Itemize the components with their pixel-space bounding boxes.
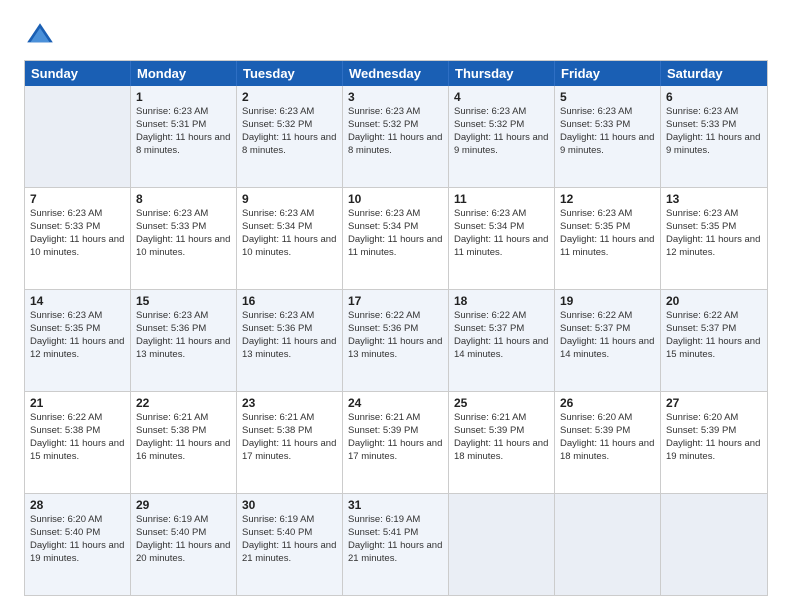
calendar-cell-1-6: 5Sunrise: 6:23 AMSunset: 5:33 PMDaylight… xyxy=(555,86,661,187)
day-number: 13 xyxy=(666,191,762,207)
calendar-cell-4-6: 26Sunrise: 6:20 AMSunset: 5:39 PMDayligh… xyxy=(555,392,661,493)
day-number: 12 xyxy=(560,191,655,207)
day-number: 4 xyxy=(454,89,549,105)
day-number: 24 xyxy=(348,395,443,411)
header xyxy=(24,20,768,52)
day-number: 21 xyxy=(30,395,125,411)
page: SundayMondayTuesdayWednesdayThursdayFrid… xyxy=(0,0,792,612)
day-number: 17 xyxy=(348,293,443,309)
day-number: 16 xyxy=(242,293,337,309)
calendar-cell-2-5: 11Sunrise: 6:23 AMSunset: 5:34 PMDayligh… xyxy=(449,188,555,289)
day-number: 23 xyxy=(242,395,337,411)
calendar-row-week-1: 1Sunrise: 6:23 AMSunset: 5:31 PMDaylight… xyxy=(25,86,767,187)
day-number: 26 xyxy=(560,395,655,411)
header-day-saturday: Saturday xyxy=(661,61,767,86)
logo xyxy=(24,20,60,52)
calendar-cell-5-2: 29Sunrise: 6:19 AMSunset: 5:40 PMDayligh… xyxy=(131,494,237,595)
header-day-wednesday: Wednesday xyxy=(343,61,449,86)
day-number: 7 xyxy=(30,191,125,207)
calendar-cell-1-5: 4Sunrise: 6:23 AMSunset: 5:32 PMDaylight… xyxy=(449,86,555,187)
calendar-row-week-3: 14Sunrise: 6:23 AMSunset: 5:35 PMDayligh… xyxy=(25,289,767,391)
day-number: 8 xyxy=(136,191,231,207)
day-number: 6 xyxy=(666,89,762,105)
calendar-row-week-5: 28Sunrise: 6:20 AMSunset: 5:40 PMDayligh… xyxy=(25,493,767,595)
header-day-thursday: Thursday xyxy=(449,61,555,86)
day-number: 14 xyxy=(30,293,125,309)
calendar-body: 1Sunrise: 6:23 AMSunset: 5:31 PMDaylight… xyxy=(25,86,767,595)
day-number: 28 xyxy=(30,497,125,513)
day-number: 25 xyxy=(454,395,549,411)
calendar-cell-5-1: 28Sunrise: 6:20 AMSunset: 5:40 PMDayligh… xyxy=(25,494,131,595)
calendar-cell-3-2: 15Sunrise: 6:23 AMSunset: 5:36 PMDayligh… xyxy=(131,290,237,391)
header-day-friday: Friday xyxy=(555,61,661,86)
calendar-cell-1-2: 1Sunrise: 6:23 AMSunset: 5:31 PMDaylight… xyxy=(131,86,237,187)
calendar-cell-5-5 xyxy=(449,494,555,595)
calendar-cell-4-4: 24Sunrise: 6:21 AMSunset: 5:39 PMDayligh… xyxy=(343,392,449,493)
day-number: 10 xyxy=(348,191,443,207)
day-number: 30 xyxy=(242,497,337,513)
day-number: 19 xyxy=(560,293,655,309)
calendar-row-week-4: 21Sunrise: 6:22 AMSunset: 5:38 PMDayligh… xyxy=(25,391,767,493)
calendar-row-week-2: 7Sunrise: 6:23 AMSunset: 5:33 PMDaylight… xyxy=(25,187,767,289)
logo-icon xyxy=(24,20,56,52)
calendar-cell-4-2: 22Sunrise: 6:21 AMSunset: 5:38 PMDayligh… xyxy=(131,392,237,493)
header-day-monday: Monday xyxy=(131,61,237,86)
calendar-cell-4-7: 27Sunrise: 6:20 AMSunset: 5:39 PMDayligh… xyxy=(661,392,767,493)
calendar-cell-5-3: 30Sunrise: 6:19 AMSunset: 5:40 PMDayligh… xyxy=(237,494,343,595)
header-day-tuesday: Tuesday xyxy=(237,61,343,86)
calendar-cell-4-3: 23Sunrise: 6:21 AMSunset: 5:38 PMDayligh… xyxy=(237,392,343,493)
calendar-cell-4-1: 21Sunrise: 6:22 AMSunset: 5:38 PMDayligh… xyxy=(25,392,131,493)
day-number: 15 xyxy=(136,293,231,309)
day-number: 1 xyxy=(136,89,231,105)
calendar-cell-3-3: 16Sunrise: 6:23 AMSunset: 5:36 PMDayligh… xyxy=(237,290,343,391)
day-number: 22 xyxy=(136,395,231,411)
calendar-cell-2-7: 13Sunrise: 6:23 AMSunset: 5:35 PMDayligh… xyxy=(661,188,767,289)
calendar-cell-1-3: 2Sunrise: 6:23 AMSunset: 5:32 PMDaylight… xyxy=(237,86,343,187)
calendar-cell-2-4: 10Sunrise: 6:23 AMSunset: 5:34 PMDayligh… xyxy=(343,188,449,289)
calendar-header: SundayMondayTuesdayWednesdayThursdayFrid… xyxy=(25,61,767,86)
day-number: 5 xyxy=(560,89,655,105)
day-number: 9 xyxy=(242,191,337,207)
header-day-sunday: Sunday xyxy=(25,61,131,86)
day-number: 20 xyxy=(666,293,762,309)
calendar-cell-2-3: 9Sunrise: 6:23 AMSunset: 5:34 PMDaylight… xyxy=(237,188,343,289)
day-number: 29 xyxy=(136,497,231,513)
calendar: SundayMondayTuesdayWednesdayThursdayFrid… xyxy=(24,60,768,596)
calendar-cell-3-1: 14Sunrise: 6:23 AMSunset: 5:35 PMDayligh… xyxy=(25,290,131,391)
day-number: 18 xyxy=(454,293,549,309)
day-number: 3 xyxy=(348,89,443,105)
calendar-cell-5-7 xyxy=(661,494,767,595)
day-number: 11 xyxy=(454,191,549,207)
calendar-cell-3-5: 18Sunrise: 6:22 AMSunset: 5:37 PMDayligh… xyxy=(449,290,555,391)
calendar-cell-3-4: 17Sunrise: 6:22 AMSunset: 5:36 PMDayligh… xyxy=(343,290,449,391)
calendar-cell-2-2: 8Sunrise: 6:23 AMSunset: 5:33 PMDaylight… xyxy=(131,188,237,289)
day-number: 27 xyxy=(666,395,762,411)
calendar-cell-2-6: 12Sunrise: 6:23 AMSunset: 5:35 PMDayligh… xyxy=(555,188,661,289)
calendar-cell-1-7: 6Sunrise: 6:23 AMSunset: 5:33 PMDaylight… xyxy=(661,86,767,187)
calendar-cell-1-1 xyxy=(25,86,131,187)
calendar-cell-4-5: 25Sunrise: 6:21 AMSunset: 5:39 PMDayligh… xyxy=(449,392,555,493)
day-number: 31 xyxy=(348,497,443,513)
day-number: 2 xyxy=(242,89,337,105)
calendar-cell-3-7: 20Sunrise: 6:22 AMSunset: 5:37 PMDayligh… xyxy=(661,290,767,391)
calendar-cell-5-6 xyxy=(555,494,661,595)
calendar-cell-5-4: 31Sunrise: 6:19 AMSunset: 5:41 PMDayligh… xyxy=(343,494,449,595)
calendar-cell-2-1: 7Sunrise: 6:23 AMSunset: 5:33 PMDaylight… xyxy=(25,188,131,289)
calendar-cell-1-4: 3Sunrise: 6:23 AMSunset: 5:32 PMDaylight… xyxy=(343,86,449,187)
calendar-cell-3-6: 19Sunrise: 6:22 AMSunset: 5:37 PMDayligh… xyxy=(555,290,661,391)
